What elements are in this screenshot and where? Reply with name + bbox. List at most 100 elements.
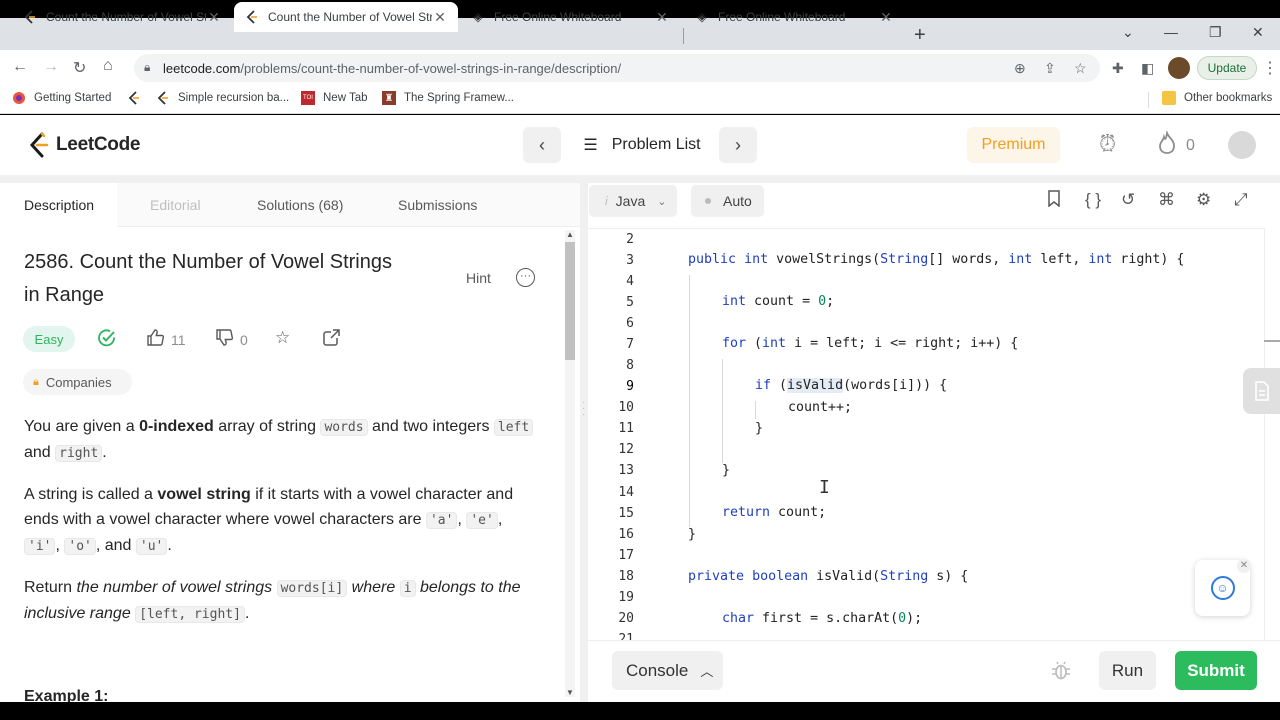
- browser-tab-4[interactable]: ◈ Free Online Whiteboard ✕: [684, 2, 904, 32]
- bookmark-label: The Spring Framew...: [404, 92, 514, 104]
- tab-title: Count the Number of Vowel Strir: [46, 10, 206, 24]
- line-number: 5: [626, 295, 634, 310]
- close-tab-icon[interactable]: ✕: [654, 9, 670, 26]
- auto-mode-button[interactable]: Auto: [691, 185, 764, 217]
- debug-bug-icon[interactable]: [1050, 659, 1072, 687]
- tab-submissions[interactable]: Submissions: [398, 183, 477, 227]
- browser-tab-3[interactable]: ◈ Free Online Whiteboard ✕: [460, 2, 680, 32]
- next-problem-button[interactable]: ›: [719, 127, 757, 163]
- leetcode-logo[interactable]: LeetCode: [28, 132, 140, 158]
- restore-icon[interactable]: ❐: [1209, 24, 1222, 41]
- profile-avatar[interactable]: [1168, 57, 1190, 79]
- premium-button[interactable]: Premium: [967, 127, 1060, 163]
- share-link-icon[interactable]: [322, 328, 341, 352]
- tab-editorial[interactable]: Editorial: [150, 183, 201, 227]
- console-toggle-button[interactable]: Console ︿: [612, 651, 723, 690]
- more-options-icon[interactable]: ···: [516, 268, 535, 287]
- home-icon[interactable]: ⌂: [103, 57, 113, 75]
- other-bookmarks[interactable]: Other bookmarks: [1162, 91, 1272, 105]
- language-select[interactable]: i Java ⌄: [589, 185, 677, 217]
- chevron-left-icon: ‹: [539, 134, 545, 155]
- console-label: Console: [626, 660, 689, 680]
- problem-list-button[interactable]: ☰ Problem List: [568, 127, 716, 163]
- run-button[interactable]: Run: [1099, 651, 1156, 690]
- indent-guide: [755, 401, 756, 419]
- url-text[interactable]: leetcode.com/problems/count-the-number-o…: [163, 61, 621, 76]
- streak-flame-icon[interactable]: [1157, 129, 1177, 161]
- back-arrow-icon[interactable]: ←: [12, 58, 28, 76]
- tab-description[interactable]: Description: [0, 183, 117, 227]
- extensions-puzzle-icon[interactable]: ✚: [1112, 60, 1124, 77]
- bookmark-spring-framework[interactable]: ♜ The Spring Framew...: [382, 91, 514, 105]
- leetcode-favicon-icon: [244, 9, 260, 25]
- close-chat-widget-icon[interactable]: ✕: [1237, 559, 1251, 573]
- lock-icon: 🔒︎: [144, 60, 151, 74]
- bookmark-new-tab[interactable]: TOI New Tab: [301, 91, 368, 105]
- bookmark-label: Getting Started: [34, 92, 112, 104]
- new-tab-icon[interactable]: +: [914, 24, 926, 47]
- bookmark-getting-started[interactable]: Getting Started: [12, 91, 111, 105]
- favorite-star-icon[interactable]: ☆: [275, 328, 290, 348]
- indent-guide: [722, 359, 723, 463]
- bookmark-simple-recursion[interactable]: Simple recursion ba...: [156, 91, 289, 105]
- share-icon[interactable]: ⇪: [1044, 60, 1056, 77]
- line-number: 11: [618, 421, 634, 436]
- thumbs-up-icon[interactable]: [146, 328, 165, 352]
- notes-document-icon[interactable]: [1243, 368, 1280, 414]
- zoom-icon[interactable]: ⊕: [1014, 60, 1026, 77]
- settings-gear-icon[interactable]: ⚙︎: [1196, 190, 1211, 210]
- browser-tab-1[interactable]: Count the Number of Vowel Strir ✕: [12, 2, 232, 32]
- shortcuts-command-icon[interactable]: ⌘: [1158, 190, 1175, 210]
- line-number: 7: [626, 337, 634, 352]
- companies-button[interactable]: 🔒︎ Companies: [23, 369, 132, 395]
- forward-arrow-icon[interactable]: →: [43, 58, 59, 76]
- editor-scrollbar-thumb[interactable]: [1264, 340, 1280, 342]
- description-paragraph-3: Return the number of vowel strings words…: [24, 579, 521, 623]
- fullscreen-expand-icon[interactable]: ⤢: [1234, 190, 1248, 210]
- line-number: 18: [618, 569, 634, 584]
- bookmark-leetcode[interactable]: [127, 91, 149, 105]
- bookmark-label: Simple recursion ba...: [178, 92, 290, 104]
- prev-problem-button[interactable]: ‹: [523, 127, 561, 163]
- reset-code-icon[interactable]: ↺: [1121, 190, 1135, 210]
- submit-button[interactable]: Submit: [1175, 651, 1257, 690]
- line-number: 12: [618, 442, 634, 457]
- panel-resize-handle[interactable]: · · ·: [582, 398, 585, 420]
- update-button[interactable]: Update: [1197, 56, 1257, 80]
- tab-search-chevron-icon[interactable]: ⌄: [1122, 24, 1134, 41]
- firefox-icon: [12, 91, 26, 105]
- close-tab-icon[interactable]: ✕: [878, 9, 894, 26]
- scroll-down-arrow-icon[interactable]: ▼: [566, 688, 574, 697]
- thumbs-down-icon[interactable]: [215, 328, 234, 352]
- reload-icon[interactable]: ↻: [73, 58, 86, 78]
- bookmark-star-icon[interactable]: ☆: [1074, 60, 1087, 77]
- hint-button[interactable]: Hint: [466, 270, 491, 286]
- other-bookmarks-label: Other bookmarks: [1184, 92, 1273, 104]
- minimize-icon[interactable]: —: [1164, 24, 1178, 40]
- description-scrollbar-thumb[interactable]: [565, 242, 575, 360]
- scroll-up-arrow-icon[interactable]: ▲: [566, 230, 574, 239]
- tab-title: Free Online Whiteboard: [718, 10, 846, 24]
- bookmark-icon[interactable]: [1047, 190, 1061, 212]
- close-window-icon[interactable]: ✕: [1252, 24, 1264, 41]
- editor-scrollbar[interactable]: [1264, 228, 1280, 640]
- close-tab-icon[interactable]: ✕: [432, 9, 448, 26]
- problem-title-line-2: in Range: [24, 284, 105, 306]
- tab-title: Free Online Whiteboard: [494, 10, 622, 24]
- toi-icon: TOI: [301, 91, 315, 105]
- tab-solutions[interactable]: Solutions (68): [257, 183, 343, 227]
- description-paragraph-2: A string is called a vowel string if it …: [24, 486, 514, 555]
- line-number: 4: [626, 274, 634, 289]
- browser-tab-2-active[interactable]: Count the Number of Vowel Strir ✕: [234, 2, 458, 32]
- code-line: if (isValid(words[i])) {: [755, 378, 948, 393]
- text-cursor-ibeam: I: [819, 477, 830, 498]
- close-tab-icon[interactable]: ✕: [206, 9, 222, 26]
- chevron-up-icon: ︿: [700, 664, 714, 679]
- whiteboard-favicon-icon: ◈: [697, 10, 707, 24]
- code-line: char first = s.charAt(0);: [722, 611, 923, 626]
- more-vert-icon[interactable]: ⋮: [1262, 58, 1278, 78]
- alarm-clock-icon[interactable]: ⏰︎: [1099, 131, 1116, 157]
- side-panel-icon[interactable]: ◧: [1141, 60, 1154, 77]
- format-code-icon[interactable]: { }: [1085, 190, 1101, 210]
- user-avatar[interactable]: [1228, 131, 1256, 159]
